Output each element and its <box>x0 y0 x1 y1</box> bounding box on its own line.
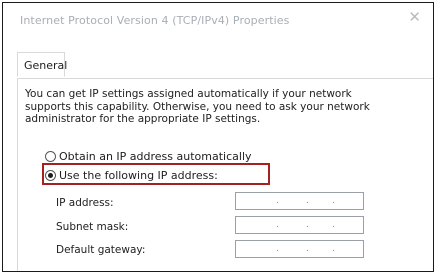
subnet-mask-label: Subnet mask: <box>56 221 129 233</box>
ip-address-input[interactable]: ... <box>235 192 364 210</box>
window-title: Internet Protocol Version 4 (TCP/IPv4) P… <box>20 14 290 27</box>
default-gateway-input[interactable]: ... <box>235 240 364 258</box>
obtain-ip-automatically-label: Obtain an IP address automatically <box>59 149 252 163</box>
radio-button-selected[interactable] <box>45 169 56 181</box>
tab-general-label: General <box>24 59 68 72</box>
subnet-mask-input[interactable]: ... <box>235 216 364 234</box>
default-gateway-label: Default gateway: <box>56 244 146 256</box>
description-text: You can get IP settings assigned automat… <box>25 88 370 125</box>
obtain-ip-automatically-radio[interactable]: Obtain an IP address automatically <box>45 149 252 163</box>
radio-button-unselected[interactable] <box>45 150 56 162</box>
tab-general[interactable]: General <box>17 52 68 77</box>
ip-address-label: IP address: <box>56 197 114 209</box>
use-following-ip-label: Use the following IP address: <box>59 168 218 182</box>
close-icon[interactable]: ✕ <box>408 8 421 26</box>
title-bar[interactable]: Internet Protocol Version 4 (TCP/IPv4) P… <box>3 3 433 33</box>
tab-strip: General <box>17 52 433 79</box>
use-following-ip-radio[interactable]: Use the following IP address: <box>45 168 218 182</box>
